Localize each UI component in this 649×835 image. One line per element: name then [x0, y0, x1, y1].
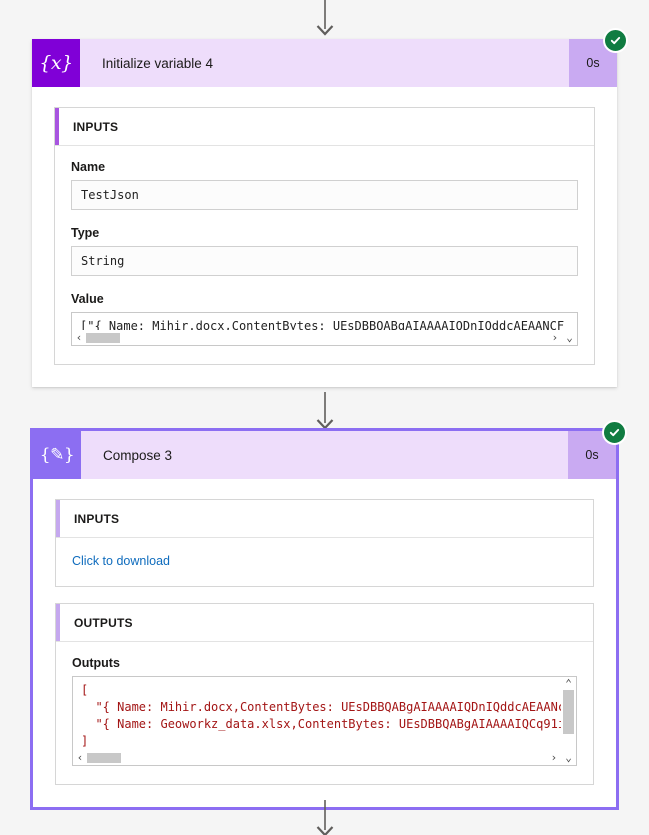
field-label-outputs: Outputs — [72, 656, 120, 670]
scroll-left-icon[interactable]: ‹ — [73, 751, 87, 764]
field-value: Value ["{ Name: Mihir.docx,ContentBytes:… — [71, 292, 578, 346]
outputs-panel-content: Outputs [ "{ Name: Mihir.docx,ContentByt… — [56, 642, 593, 784]
action-header-compose-3[interactable]: {✎} Compose 3 0s — [33, 420, 627, 479]
checkmark-icon — [603, 28, 628, 53]
outputs-hscroll-track[interactable] — [87, 752, 547, 763]
click-to-download-link[interactable]: Click to download — [72, 554, 170, 568]
inputs-panel: INPUTS Click to download — [55, 499, 594, 587]
outputs-hscroll-thumb[interactable] — [87, 753, 121, 763]
action-title: Initialize variable 4 — [102, 55, 214, 71]
action-title: Compose 3 — [103, 447, 173, 463]
action-card-compose-3[interactable]: {✎} Compose 3 0s INPUTS Click to downloa… — [30, 420, 627, 810]
value-horizontal-scrollbar[interactable]: ‹ › ⌄ — [72, 330, 577, 345]
scroll-right-icon[interactable]: › — [547, 751, 561, 764]
value-hscroll-thumb[interactable] — [86, 333, 120, 343]
initialize-variable-icon: {x} — [32, 39, 80, 87]
scroll-left-icon[interactable]: ‹ — [72, 331, 86, 344]
action-header-initialize-variable-4[interactable]: {x} Initialize variable 4 0s — [32, 28, 628, 87]
field-label-name: Name — [71, 160, 106, 174]
checkmark-icon — [602, 420, 627, 445]
name-value-input[interactable]: TestJson — [71, 180, 578, 210]
scroll-down-icon[interactable]: ⌄ — [561, 751, 576, 764]
outputs-code-text: [ "{ Name: Mihir.docx,ContentBytes: UEsD… — [81, 683, 566, 748]
inputs-panel: INPUTS Name TestJson Type String Value [… — [54, 107, 595, 365]
action-body-initialize-variable-4: INPUTS Name TestJson Type String Value [… — [32, 87, 617, 387]
field-label-type: Type — [71, 226, 100, 240]
compose-icon: {✎} — [33, 431, 81, 479]
connector-middle — [0, 392, 649, 430]
outputs-vertical-scrollbar[interactable]: ⌃ — [561, 677, 576, 750]
connector-top — [0, 0, 649, 36]
scroll-down-icon[interactable]: ⌄ — [562, 331, 577, 344]
outputs-panel: OUTPUTS Outputs [ "{ Name: Mihir.docx,Co… — [55, 603, 594, 785]
inputs-panel-content: Name TestJson Type String Value ["{ Name… — [55, 146, 594, 364]
outputs-panel-label: OUTPUTS — [74, 615, 133, 630]
type-value-input[interactable]: String — [71, 246, 578, 276]
inputs-panel-label: INPUTS — [74, 511, 120, 526]
outputs-horizontal-scrollbar[interactable]: ‹ › ⌄ — [73, 750, 576, 765]
inputs-panel-header: INPUTS — [56, 500, 593, 538]
outputs-vscroll-track[interactable] — [563, 690, 574, 750]
field-type: Type String — [71, 226, 578, 276]
outputs-code-box[interactable]: [ "{ Name: Mihir.docx,ContentBytes: UEsD… — [72, 676, 577, 766]
value-code-box[interactable]: ["{ Name: Mihir.docx,ContentBytes: UEsDB… — [71, 312, 578, 346]
inputs-panel-header: INPUTS — [55, 108, 594, 146]
inputs-panel-content: Click to download — [56, 538, 593, 586]
outputs-panel-header: OUTPUTS — [56, 604, 593, 642]
scroll-up-icon[interactable]: ⌃ — [565, 677, 572, 690]
scroll-right-icon[interactable]: › — [548, 331, 562, 344]
field-name: Name TestJson — [71, 160, 578, 210]
action-body-compose-3: INPUTS Click to download OUTPUTS Outputs… — [33, 479, 616, 807]
inputs-panel-label: INPUTS — [73, 119, 119, 134]
value-hscroll-track[interactable] — [86, 332, 548, 343]
outputs-vscroll-thumb[interactable] — [563, 690, 574, 734]
action-card-initialize-variable-4[interactable]: {x} Initialize variable 4 0s INPUTS Name… — [32, 28, 628, 387]
field-outputs: Outputs [ "{ Name: Mihir.docx,ContentByt… — [72, 656, 577, 766]
field-label-value: Value — [71, 292, 104, 306]
